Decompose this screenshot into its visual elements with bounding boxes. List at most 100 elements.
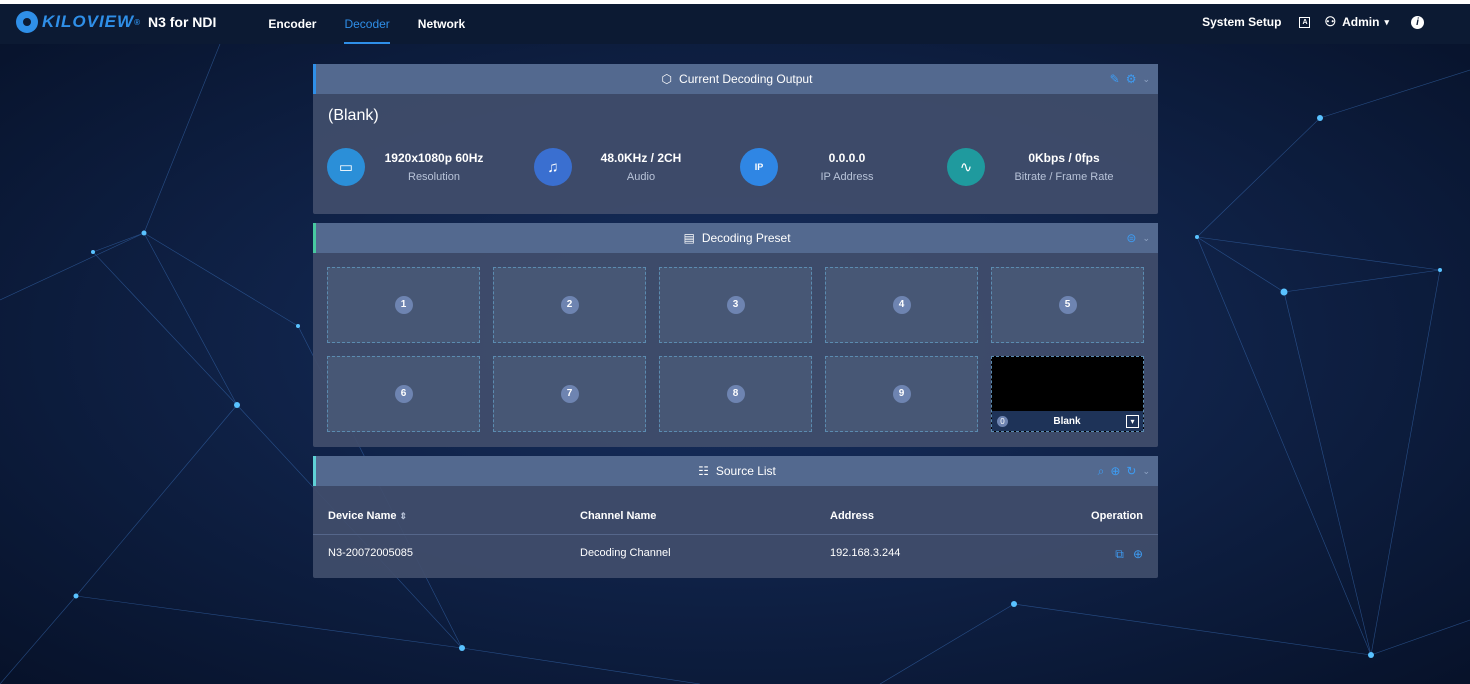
nav-label: Encoder bbox=[268, 17, 317, 31]
add-circle-icon[interactable]: ⊕ bbox=[1110, 464, 1120, 478]
main-nav: Encoder Decoder Network bbox=[254, 0, 479, 44]
source-list-title: Source List bbox=[715, 464, 776, 478]
chevron-down-icon[interactable]: ▾ bbox=[1384, 17, 1389, 28]
stat-value: 48.0KHz / 2CH bbox=[600, 151, 682, 165]
collapse-chevron-icon[interactable]: ⌄ bbox=[1142, 74, 1150, 85]
settings-circle-icon[interactable]: ⊜ bbox=[1126, 231, 1136, 245]
table-row[interactable]: N3-20072005085 Decoding Channel 192.168.… bbox=[313, 534, 1158, 568]
active-nav-underline bbox=[344, 42, 390, 44]
current-output-panel: ⬡ Current Decoding Output ✎ ⚙ ⌄ (Blank) … bbox=[313, 64, 1158, 214]
stat-audio: ♫ 48.0KHz / 2CH Audio bbox=[534, 148, 696, 186]
stat-label: Resolution bbox=[408, 171, 460, 183]
sort-icon[interactable]: ⇕ bbox=[400, 511, 408, 521]
preset-number: 9 bbox=[892, 385, 911, 403]
brand-logo[interactable]: KILOVIEW ® N3 for NDI bbox=[16, 0, 216, 44]
current-output-header: ⬡ Current Decoding Output ✎ ⚙ ⌄ bbox=[313, 64, 1158, 94]
cube-icon: ⬡ bbox=[661, 72, 673, 86]
user-menu[interactable]: Admin bbox=[1342, 15, 1379, 29]
preset-slot-7[interactable]: 7 bbox=[493, 356, 646, 432]
active-slot-bar: 0 Blank ▾ bbox=[992, 411, 1143, 431]
decoding-preset-title: Decoding Preset bbox=[701, 231, 791, 245]
active-slot-number: 0 bbox=[997, 415, 1008, 427]
brand-name: KILOVIEW bbox=[42, 12, 135, 31]
stat-label: Bitrate / Frame Rate bbox=[1014, 171, 1114, 183]
decoding-preset-header: ▤ Decoding Preset ⊜ ⌄ bbox=[313, 223, 1158, 253]
preset-slot-2[interactable]: 2 bbox=[493, 267, 646, 343]
preset-number: 8 bbox=[726, 385, 745, 403]
top-strip bbox=[0, 0, 1470, 4]
monitor-icon: ▭ bbox=[327, 148, 365, 186]
nav-item-encoder[interactable]: Encoder bbox=[254, 0, 330, 44]
top-navigation-bar: KILOVIEW ® N3 for NDI Encoder Decoder Ne… bbox=[0, 0, 1470, 44]
decoding-preset-panel: ▤ Decoding Preset ⊜ ⌄ 1 2 3 4 5 6 7 8 9 … bbox=[313, 223, 1158, 447]
preset-slot-active[interactable]: 0 Blank ▾ bbox=[991, 356, 1144, 432]
stat-label: Audio bbox=[626, 171, 656, 183]
preset-number: 2 bbox=[560, 296, 579, 314]
active-slot-label: Blank bbox=[1053, 415, 1081, 427]
current-output-tools: ✎ ⚙ ⌄ bbox=[1104, 64, 1150, 94]
preset-tools: ⊜ ⌄ bbox=[1120, 223, 1150, 253]
source-list-tools: ⌕ ⊕ ↻ ⌄ bbox=[1092, 456, 1150, 486]
switch-source-icon[interactable]: ⧉ bbox=[1115, 547, 1124, 561]
language-icon[interactable]: A bbox=[1299, 16, 1311, 28]
preset-slot-1[interactable]: 1 bbox=[327, 267, 480, 343]
edit-icon[interactable]: ✎ bbox=[1110, 72, 1120, 86]
ip-icon: IP bbox=[740, 148, 778, 186]
stat-value: 0Kbps / 0fps bbox=[1028, 151, 1100, 165]
row-address: 192.168.3.244 bbox=[830, 547, 901, 559]
stat-value: 1920x1080p 60Hz bbox=[384, 151, 484, 165]
table-header: Device Name ⇕ Channel Name Address Operat… bbox=[313, 498, 1158, 532]
preset-icon: ▤ bbox=[683, 231, 695, 245]
stat-value: 0.0.0.0 bbox=[828, 151, 866, 165]
info-icon[interactable]: i bbox=[1411, 15, 1424, 29]
row-channel-name: Decoding Channel bbox=[580, 547, 671, 559]
collapse-chevron-icon[interactable]: ⌄ bbox=[1142, 233, 1150, 244]
preset-number: 1 bbox=[394, 296, 413, 314]
column-operation: Operation bbox=[1091, 510, 1143, 522]
preset-slot-5[interactable]: 5 bbox=[991, 267, 1144, 343]
column-label: Device Name bbox=[328, 510, 397, 522]
row-operations: ⧉ ⊕ bbox=[1109, 547, 1143, 562]
nav-item-network[interactable]: Network bbox=[404, 0, 479, 44]
preset-slot-3[interactable]: 3 bbox=[659, 267, 812, 343]
preset-slot-6[interactable]: 6 bbox=[327, 356, 480, 432]
stat-ip-address: IP 0.0.0.0 IP Address bbox=[740, 148, 902, 186]
nav-label: Network bbox=[417, 17, 466, 31]
preset-number: 6 bbox=[394, 385, 413, 403]
kiloview-logo-icon bbox=[16, 11, 38, 33]
pulse-icon: ∿ bbox=[947, 148, 985, 186]
dropdown-icon[interactable]: ▾ bbox=[1126, 414, 1139, 428]
list-icon: ☷ bbox=[698, 464, 709, 478]
preset-number: 7 bbox=[560, 385, 579, 403]
product-name: N3 for NDI bbox=[147, 14, 217, 30]
header-right-menu: System Setup A ⚇ Admin ▾ i bbox=[1202, 0, 1424, 44]
current-output-title: Current Decoding Output bbox=[679, 72, 813, 86]
preset-slot-9[interactable]: 9 bbox=[825, 356, 978, 432]
headphones-icon: ♫ bbox=[534, 148, 572, 186]
column-channel-name: Channel Name bbox=[580, 510, 657, 522]
preset-slot-4[interactable]: 4 bbox=[825, 267, 978, 343]
preset-number: 4 bbox=[892, 296, 911, 314]
user-icon: ⚇ bbox=[1324, 14, 1337, 29]
gear-icon[interactable]: ⚙ bbox=[1126, 72, 1137, 86]
preset-slot-8[interactable]: 8 bbox=[659, 356, 812, 432]
search-icon[interactable]: ⌕ bbox=[1098, 464, 1105, 479]
source-list-panel: ☷ Source List ⌕ ⊕ ↻ ⌄ Device Name ⇕ Chann… bbox=[313, 456, 1158, 578]
preset-number: 3 bbox=[726, 296, 745, 314]
nav-item-decoder[interactable]: Decoder bbox=[330, 0, 403, 44]
stat-bitrate: ∿ 0Kbps / 0fps Bitrate / Frame Rate bbox=[947, 148, 1129, 186]
column-device-name[interactable]: Device Name ⇕ bbox=[328, 510, 407, 522]
current-source-name: (Blank) bbox=[328, 107, 379, 124]
stat-label: IP Address bbox=[820, 171, 874, 183]
source-list-header: ☷ Source List ⌕ ⊕ ↻ ⌄ bbox=[313, 456, 1158, 486]
preset-number: 5 bbox=[1058, 296, 1077, 314]
system-setup-link[interactable]: System Setup bbox=[1202, 15, 1281, 29]
add-preset-icon[interactable]: ⊕ bbox=[1133, 547, 1143, 561]
refresh-icon[interactable]: ↻ bbox=[1126, 464, 1136, 478]
registered-mark: ® bbox=[134, 17, 140, 27]
row-device-name: N3-20072005085 bbox=[328, 547, 414, 559]
collapse-chevron-icon[interactable]: ⌄ bbox=[1142, 466, 1150, 477]
column-address: Address bbox=[830, 510, 875, 522]
nav-label: Decoder bbox=[344, 17, 390, 31]
stat-resolution: ▭ 1920x1080p 60Hz Resolution bbox=[327, 148, 489, 186]
